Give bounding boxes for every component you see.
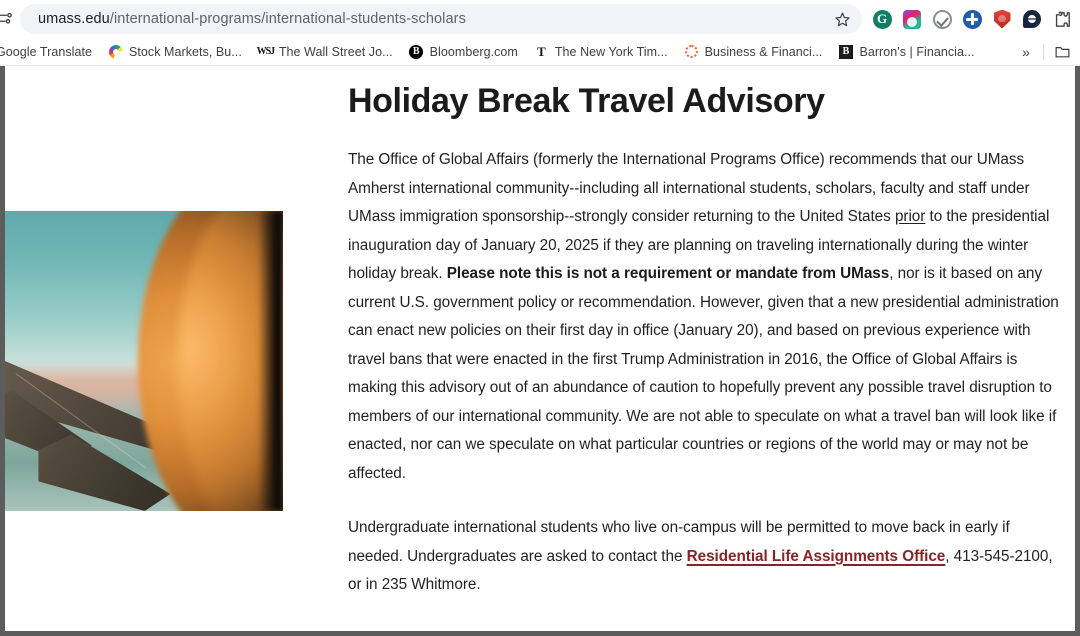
article-image-column [5, 211, 283, 511]
grammarly-extension-icon[interactable]: G [872, 9, 892, 29]
p3-part1: Additional information regarding interna… [348, 631, 1057, 632]
bookmark-label: Barron's | Financia... [859, 44, 975, 59]
article-body: Holiday Break Travel Advisory The Office… [343, 66, 1075, 632]
link-residential-life-assignments-office[interactable]: Residential Life Assignments Office [687, 548, 946, 565]
bookmark-label: Google Translate [0, 44, 92, 59]
address-bar[interactable]: umass.edu/international-programs/interna… [20, 4, 862, 34]
cabin-window-dark-edge [257, 211, 283, 511]
checkmark-extension-icon[interactable] [932, 9, 952, 29]
bookmarks-overflow-chevron-icon[interactable]: » [1013, 41, 1039, 63]
bookmark-label: Business & Financi... [704, 44, 823, 59]
page-viewport: Holiday Break Travel Advisory The Office… [0, 66, 1080, 636]
bookmark-business-financial[interactable]: Business & Financi... [676, 41, 831, 62]
bookmarks-list: Google Translate Stock Markets, Bu... WS… [0, 41, 1013, 62]
bookmark-label: Stock Markets, Bu... [129, 44, 242, 59]
bookmark-label: The Wall Street Jo... [278, 44, 393, 59]
barrons-favicon: B [838, 44, 853, 59]
p1-part3: , nor is it based on any current U.S. go… [348, 265, 1059, 482]
dotted-circle-favicon [684, 44, 699, 59]
nbc-peacock-favicon [108, 44, 123, 59]
wsj-favicon: WSJ [256, 46, 276, 57]
bookmark-google-translate[interactable]: Google Translate [0, 42, 100, 62]
color-picker-extension-icon[interactable] [902, 9, 922, 29]
bloomberg-favicon: B [409, 44, 424, 59]
url-host: umass.edu [38, 11, 110, 27]
extensions-puzzle-icon[interactable] [1052, 9, 1072, 29]
navy-badge-extension-icon[interactable] [1022, 9, 1042, 29]
page-title: Holiday Break Travel Advisory [348, 82, 825, 120]
side-panel-icon[interactable] [0, 8, 16, 30]
nyt-favicon: T [537, 43, 546, 59]
browser-window: umass.edu/international-programs/interna… [0, 0, 1080, 636]
paragraph-undergraduate-housing: Undergraduate international students who… [348, 514, 1067, 600]
bloomberg-glyph: B [409, 44, 424, 59]
bookmark-label: The New York Tim... [554, 44, 668, 59]
bookmark-star-icon[interactable] [828, 5, 856, 33]
bookmarks-divider [1043, 43, 1044, 60]
p1-emphasis-prior: prior [894, 208, 926, 226]
bookmark-new-york-times[interactable]: T The New York Tim... [526, 41, 676, 62]
url-path: /international-programs/international-st… [109, 11, 466, 27]
bookmarks-folder-icon[interactable] [1050, 41, 1074, 63]
bookmark-wall-street-journal[interactable]: WSJ The Wall Street Jo... [250, 41, 401, 62]
bookmark-barrons[interactable]: B Barron's | Financia... [830, 41, 982, 62]
bookmark-stock-markets[interactable]: Stock Markets, Bu... [100, 41, 250, 62]
paragraph-additional-info: Additional information regarding interna… [348, 626, 1067, 632]
omnibox-toolbar: umass.edu/international-programs/interna… [0, 0, 1080, 38]
p1-emphasis-not-requirement: Please note this is not a requirement or… [446, 265, 890, 283]
red-shield-extension-icon[interactable] [992, 9, 1012, 29]
page-content: Holiday Break Travel Advisory The Office… [5, 66, 1075, 631]
blue-plus-extension-icon[interactable] [962, 9, 982, 29]
barrons-glyph: B [838, 44, 853, 59]
extension-icons: G [872, 9, 1072, 29]
airplane-window-wing-photo [5, 211, 283, 511]
bookmark-bloomberg[interactable]: B Bloomberg.com [401, 41, 526, 62]
paragraph-advisory: The Office of Global Affairs (formerly t… [348, 146, 1067, 488]
bookmarks-bar: Google Translate Stock Markets, Bu... WS… [0, 38, 1080, 66]
url-text: umass.edu/international-programs/interna… [38, 11, 828, 27]
bookmark-label: Bloomberg.com [429, 44, 518, 59]
